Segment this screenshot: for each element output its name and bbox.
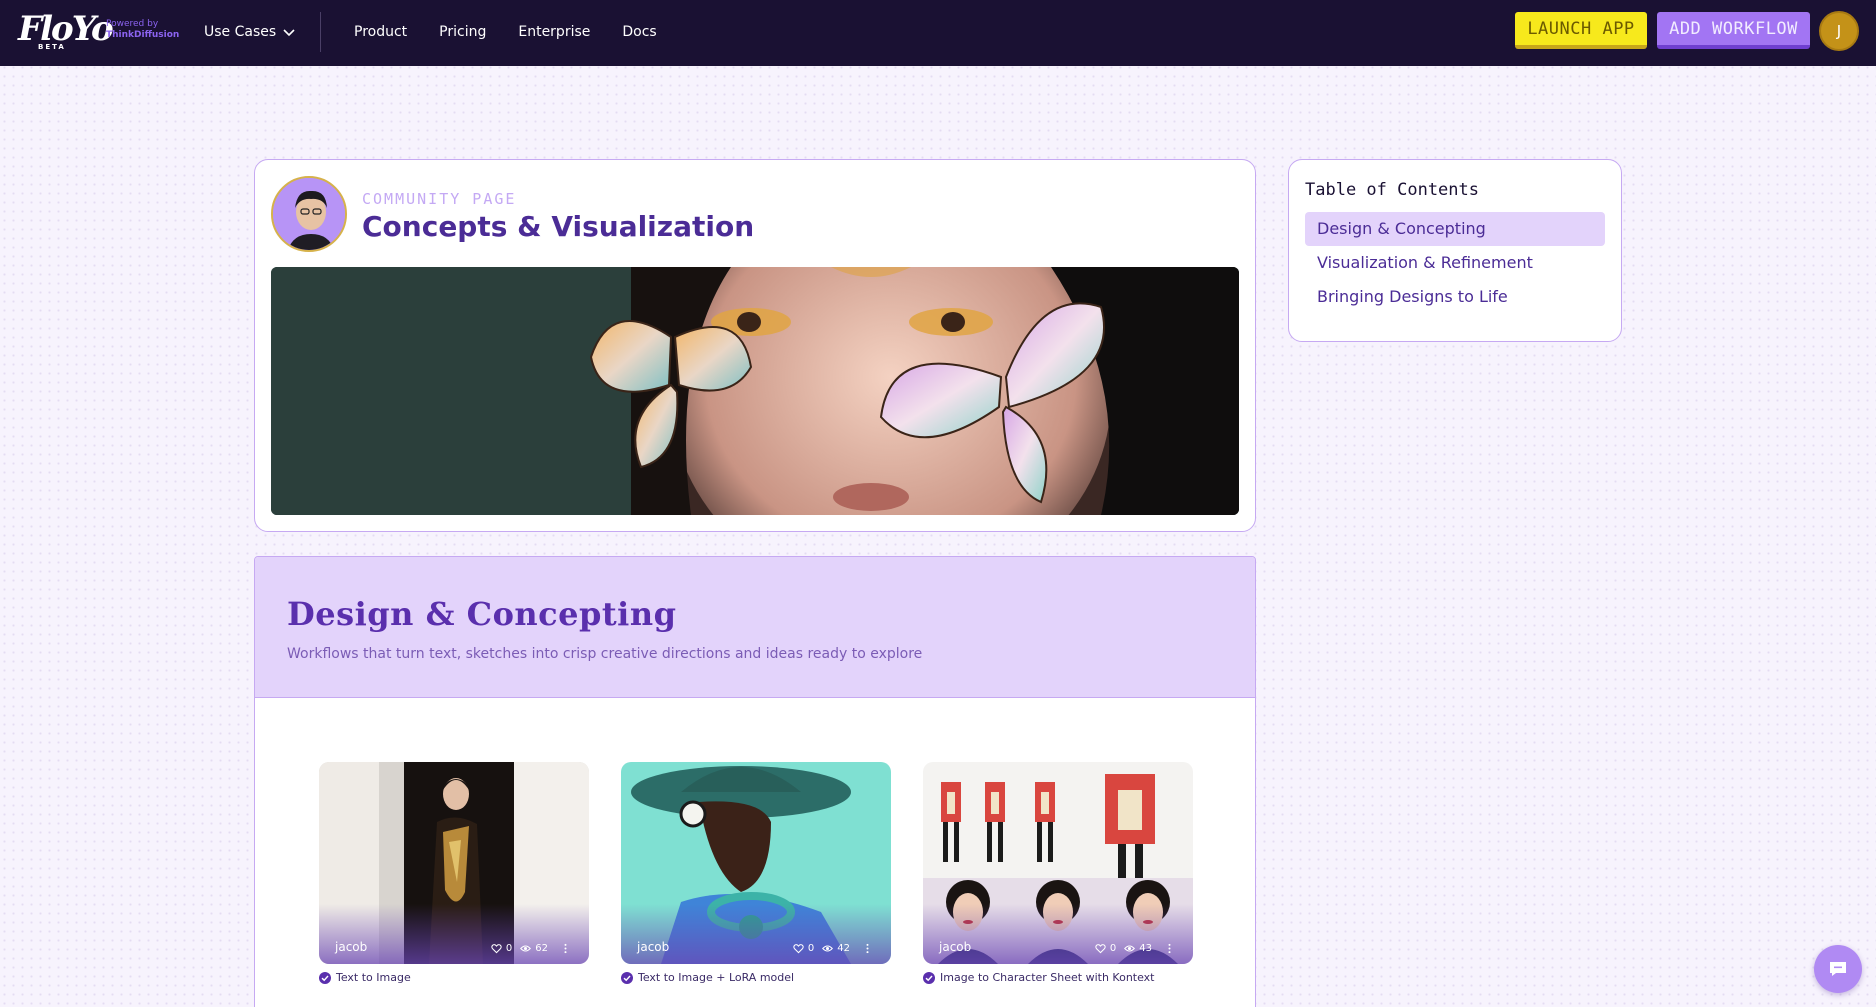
card-stats: 0 62: [491, 943, 571, 954]
more-vertical-icon[interactable]: [560, 943, 571, 954]
view-count: 42: [837, 943, 850, 954]
creator-avatar[interactable]: [271, 176, 347, 252]
more-vertical-icon[interactable]: [862, 943, 873, 954]
avatar-portrait: [273, 178, 345, 250]
hero-card: COMMUNITY PAGE Concepts & Visualization: [254, 159, 1256, 532]
workflow-card-list: jacob 0 62 Text to Image jacob 0 42 Text…: [319, 762, 1193, 984]
section-title: Design & Concepting: [287, 595, 677, 633]
toc-item-visualization-refinement[interactable]: Visualization & Refinement: [1305, 246, 1605, 280]
powered-by-brand[interactable]: ThinkDiffusion: [106, 30, 179, 41]
thumbnail-gradient: [621, 904, 891, 964]
workflow-name: Text to Image + LoRA model: [638, 971, 795, 984]
user-avatar[interactable]: J: [1819, 11, 1859, 51]
floyo-logo[interactable]: FloYo BETA: [18, 10, 114, 51]
hero-banner-image: [271, 267, 1239, 515]
eye-icon: [1124, 945, 1136, 952]
card-title[interactable]: Text to Image + LoRA model: [621, 971, 891, 984]
verified-check-icon: [923, 971, 935, 984]
thumbnail-gradient: [319, 904, 589, 964]
like-count: 0: [1109, 943, 1117, 954]
nav-link-pricing[interactable]: Pricing: [439, 20, 486, 44]
workflow-thumbnail[interactable]: jacob 0 42: [621, 762, 891, 964]
eye-icon: [520, 945, 532, 952]
nav-link-docs[interactable]: Docs: [622, 20, 656, 44]
beta-badge: BETA: [38, 43, 66, 51]
like-count: 0: [807, 943, 815, 954]
powered-by-label: Powered by: [106, 19, 159, 29]
page-title: Concepts & Visualization: [362, 210, 755, 243]
thumbnail-gradient: [923, 904, 1193, 964]
workflow-thumbnail[interactable]: jacob 0 62: [319, 762, 589, 964]
chat-launcher-button[interactable]: [1814, 945, 1862, 993]
powered-by: Powered by ThinkDiffusion: [106, 19, 179, 41]
chevron-down-icon: [283, 29, 295, 37]
toc-item-design-concepting[interactable]: Design & Concepting: [1305, 212, 1605, 246]
main-nav-links: Product Pricing Enterprise Docs: [354, 20, 657, 44]
nav-link-enterprise[interactable]: Enterprise: [518, 20, 590, 44]
nav-divider: [320, 12, 321, 52]
card-title[interactable]: Text to Image: [319, 971, 589, 984]
page-kicker: COMMUNITY PAGE: [362, 190, 517, 208]
section-header: Design & Concepting Workflows that turn …: [255, 557, 1255, 698]
workflow-card[interactable]: jacob 0 43 Image to Character Sheet with…: [923, 762, 1193, 984]
top-navigation: FloYo BETA Powered by ThinkDiffusion Use…: [0, 0, 1876, 66]
launch-app-button[interactable]: LAUNCH APP: [1515, 12, 1647, 49]
section-description: Workflows that turn text, sketches into …: [287, 646, 923, 662]
card-stats: 0 42: [793, 943, 873, 954]
nav-link-product[interactable]: Product: [354, 20, 407, 44]
heart-icon[interactable]: [491, 943, 502, 954]
card-author[interactable]: jacob: [637, 940, 669, 954]
workflow-name: Image to Character Sheet with Kontext: [940, 971, 1155, 984]
heart-icon[interactable]: [1095, 943, 1106, 954]
design-concepting-section: Design & Concepting Workflows that turn …: [254, 556, 1256, 1007]
card-title[interactable]: Image to Character Sheet with Kontext: [923, 971, 1193, 984]
more-vertical-icon[interactable]: [1164, 943, 1175, 954]
card-author[interactable]: jacob: [939, 940, 971, 954]
card-author[interactable]: jacob: [335, 940, 367, 954]
workflow-thumbnail[interactable]: jacob 0 43: [923, 762, 1193, 964]
like-count: 0: [505, 943, 513, 954]
workflow-card[interactable]: jacob 0 62 Text to Image: [319, 762, 589, 984]
workflow-name: Text to Image: [336, 971, 411, 984]
chat-icon: [1830, 962, 1846, 976]
toc-title: Table of Contents: [1305, 180, 1479, 200]
add-workflow-button[interactable]: ADD WORKFLOW: [1657, 12, 1810, 49]
view-count: 43: [1139, 943, 1152, 954]
card-stats: 0 43: [1095, 943, 1175, 954]
view-count: 62: [535, 943, 548, 954]
verified-check-icon: [621, 971, 633, 984]
table-of-contents: Table of Contents Design & Concepting Vi…: [1288, 159, 1622, 342]
use-cases-dropdown[interactable]: Use Cases: [204, 20, 296, 44]
use-cases-label: Use Cases: [204, 24, 277, 40]
eye-icon: [822, 945, 834, 952]
verified-check-icon: [319, 971, 331, 984]
heart-icon[interactable]: [793, 943, 804, 954]
workflow-card[interactable]: jacob 0 42 Text to Image + LoRA model: [621, 762, 891, 984]
toc-item-bringing-designs-to-life[interactable]: Bringing Designs to Life: [1305, 280, 1605, 314]
butterfly-portrait-illustration: [271, 267, 1239, 515]
